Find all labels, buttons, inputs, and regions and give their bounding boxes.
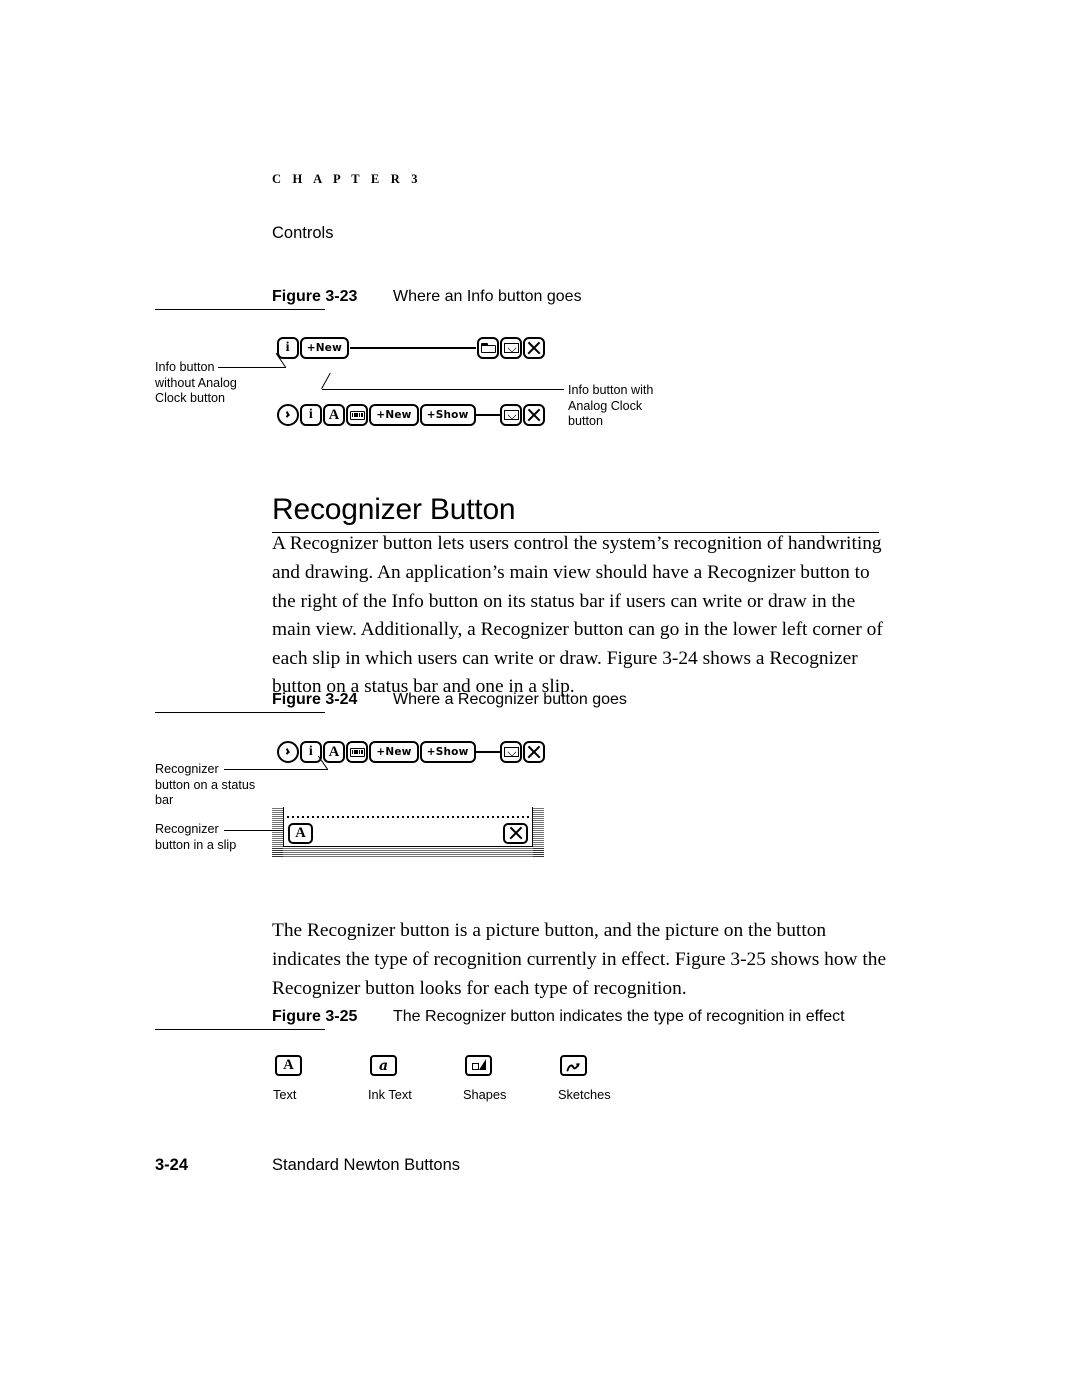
info-icon[interactable]: i <box>299 741 322 763</box>
callout-leader-2-tick <box>321 372 331 389</box>
callout-leader-1 <box>218 367 286 368</box>
document-page: C H A P T E R 3 Controls Figure 3-23 Whe… <box>0 0 1080 1397</box>
page-title: Recognizer Button <box>272 493 879 533</box>
callout-recognizer-slip: Recognizer button in a slip <box>155 822 237 852</box>
status-bar-rule <box>349 346 477 350</box>
recognizer-sketches-icon[interactable] <box>560 1055 587 1076</box>
recognizer-a-icon[interactable]: A <box>322 741 345 763</box>
figure-3-25-label: Figure 3-25 <box>272 1008 358 1025</box>
folder-glyph <box>480 342 496 354</box>
page-number: 3-24 <box>155 1156 189 1174</box>
slip-close-button[interactable] <box>503 823 528 844</box>
envelope-glyph <box>503 410 519 420</box>
recognizer-shapes-label: Shapes <box>463 1087 507 1102</box>
analog-clock-icon[interactable] <box>276 741 299 763</box>
info-icon[interactable]: i <box>299 404 322 426</box>
callout-leader-2 <box>322 389 564 390</box>
show-button[interactable]: +Show <box>419 741 476 763</box>
letter-a-glyph: A <box>283 1057 294 1073</box>
footer-title: Standard Newton Buttons <box>272 1156 461 1174</box>
info-icon[interactable]: i <box>276 337 299 359</box>
close-icon[interactable] <box>523 404 546 426</box>
slip-recognizer-button[interactable]: A <box>288 823 313 844</box>
recognizer-text-label: Text <box>273 1087 297 1102</box>
figure-3-25-text: The Recognizer button indicates the type… <box>393 1008 845 1025</box>
status-bar-recognizer: i A +New +Show <box>276 739 546 765</box>
recognizer-text-icon[interactable]: A <box>275 1055 302 1076</box>
paragraph-recognizer-intro: A Recognizer button lets users control t… <box>272 533 883 698</box>
show-button[interactable]: +Show <box>419 404 476 426</box>
caption-rule <box>155 712 325 713</box>
slip-bottom-shade <box>272 847 544 858</box>
new-button[interactable]: +New <box>299 337 349 359</box>
callout-info-with-clock: Info button with Analog Clock button <box>568 383 654 429</box>
recognizer-sketches-label: Sketches <box>558 1087 611 1102</box>
recognizer-a-glyph: A <box>295 825 306 841</box>
envelope-icon[interactable] <box>500 741 523 763</box>
caption-rule <box>155 1029 325 1030</box>
folder-icon[interactable] <box>477 337 500 359</box>
clock-glyph <box>280 744 296 760</box>
shapes-glyph <box>471 1059 486 1072</box>
figure-3-23-text: Where an Info button goes <box>393 288 582 305</box>
keyboard-glyph <box>349 747 365 757</box>
figure-3-24-label: Figure 3-24 <box>272 691 358 708</box>
chapter-title: Controls <box>272 224 334 242</box>
x-glyph <box>527 745 541 759</box>
keyboard-icon[interactable] <box>346 741 369 763</box>
x-glyph <box>527 341 541 355</box>
cursive-a-glyph: a <box>378 1057 389 1074</box>
figure-3-23-caption: Figure 3-23 Where an Info button goes <box>155 288 1055 312</box>
envelope-glyph <box>503 747 519 757</box>
slip-dotted-top-border <box>287 816 529 818</box>
new-button[interactable]: +New <box>369 404 419 426</box>
recognizer-ink-text-icon[interactable]: a <box>370 1055 397 1076</box>
envelope-icon[interactable] <box>500 337 523 359</box>
x-glyph <box>527 408 541 422</box>
status-bar-rule <box>476 413 500 417</box>
figure-3-23-label: Figure 3-23 <box>272 288 358 305</box>
figure-3-25-caption: Figure 3-25 The Recognizer button indica… <box>155 1008 1055 1032</box>
paragraph-picture-button: The Recognizer button is a picture butto… <box>272 920 887 999</box>
callout-leader-4 <box>224 830 284 831</box>
new-button[interactable]: +New <box>369 741 419 763</box>
sketch-glyph <box>566 1060 582 1072</box>
recognizer-ink-text-label: Ink Text <box>368 1087 412 1102</box>
envelope-glyph <box>503 343 519 353</box>
keyboard-icon[interactable] <box>346 404 369 426</box>
slip-window: A <box>270 805 546 860</box>
close-icon[interactable] <box>523 337 546 359</box>
figure-3-24-caption: Figure 3-24 Where a Recognizer button go… <box>155 691 1055 715</box>
keyboard-glyph <box>349 410 365 420</box>
clock-glyph <box>280 407 296 423</box>
status-bar-with-clock: i A +New +Show <box>276 402 546 428</box>
envelope-icon[interactable] <box>500 404 523 426</box>
x-glyph <box>509 827 522 840</box>
figure-3-24-text: Where a Recognizer button goes <box>393 691 627 708</box>
status-bar-rule <box>476 750 500 754</box>
slip-content-area <box>283 807 533 847</box>
callout-leader-3 <box>224 769 328 770</box>
status-bar-without-clock: i +New <box>276 335 546 361</box>
recognizer-shapes-icon[interactable] <box>465 1055 492 1076</box>
analog-clock-icon[interactable] <box>276 404 299 426</box>
caption-rule <box>155 309 325 310</box>
close-icon[interactable] <box>523 741 546 763</box>
recognizer-a-icon[interactable]: A <box>322 404 345 426</box>
chapter-header: C H A P T E R 3 <box>272 172 422 186</box>
